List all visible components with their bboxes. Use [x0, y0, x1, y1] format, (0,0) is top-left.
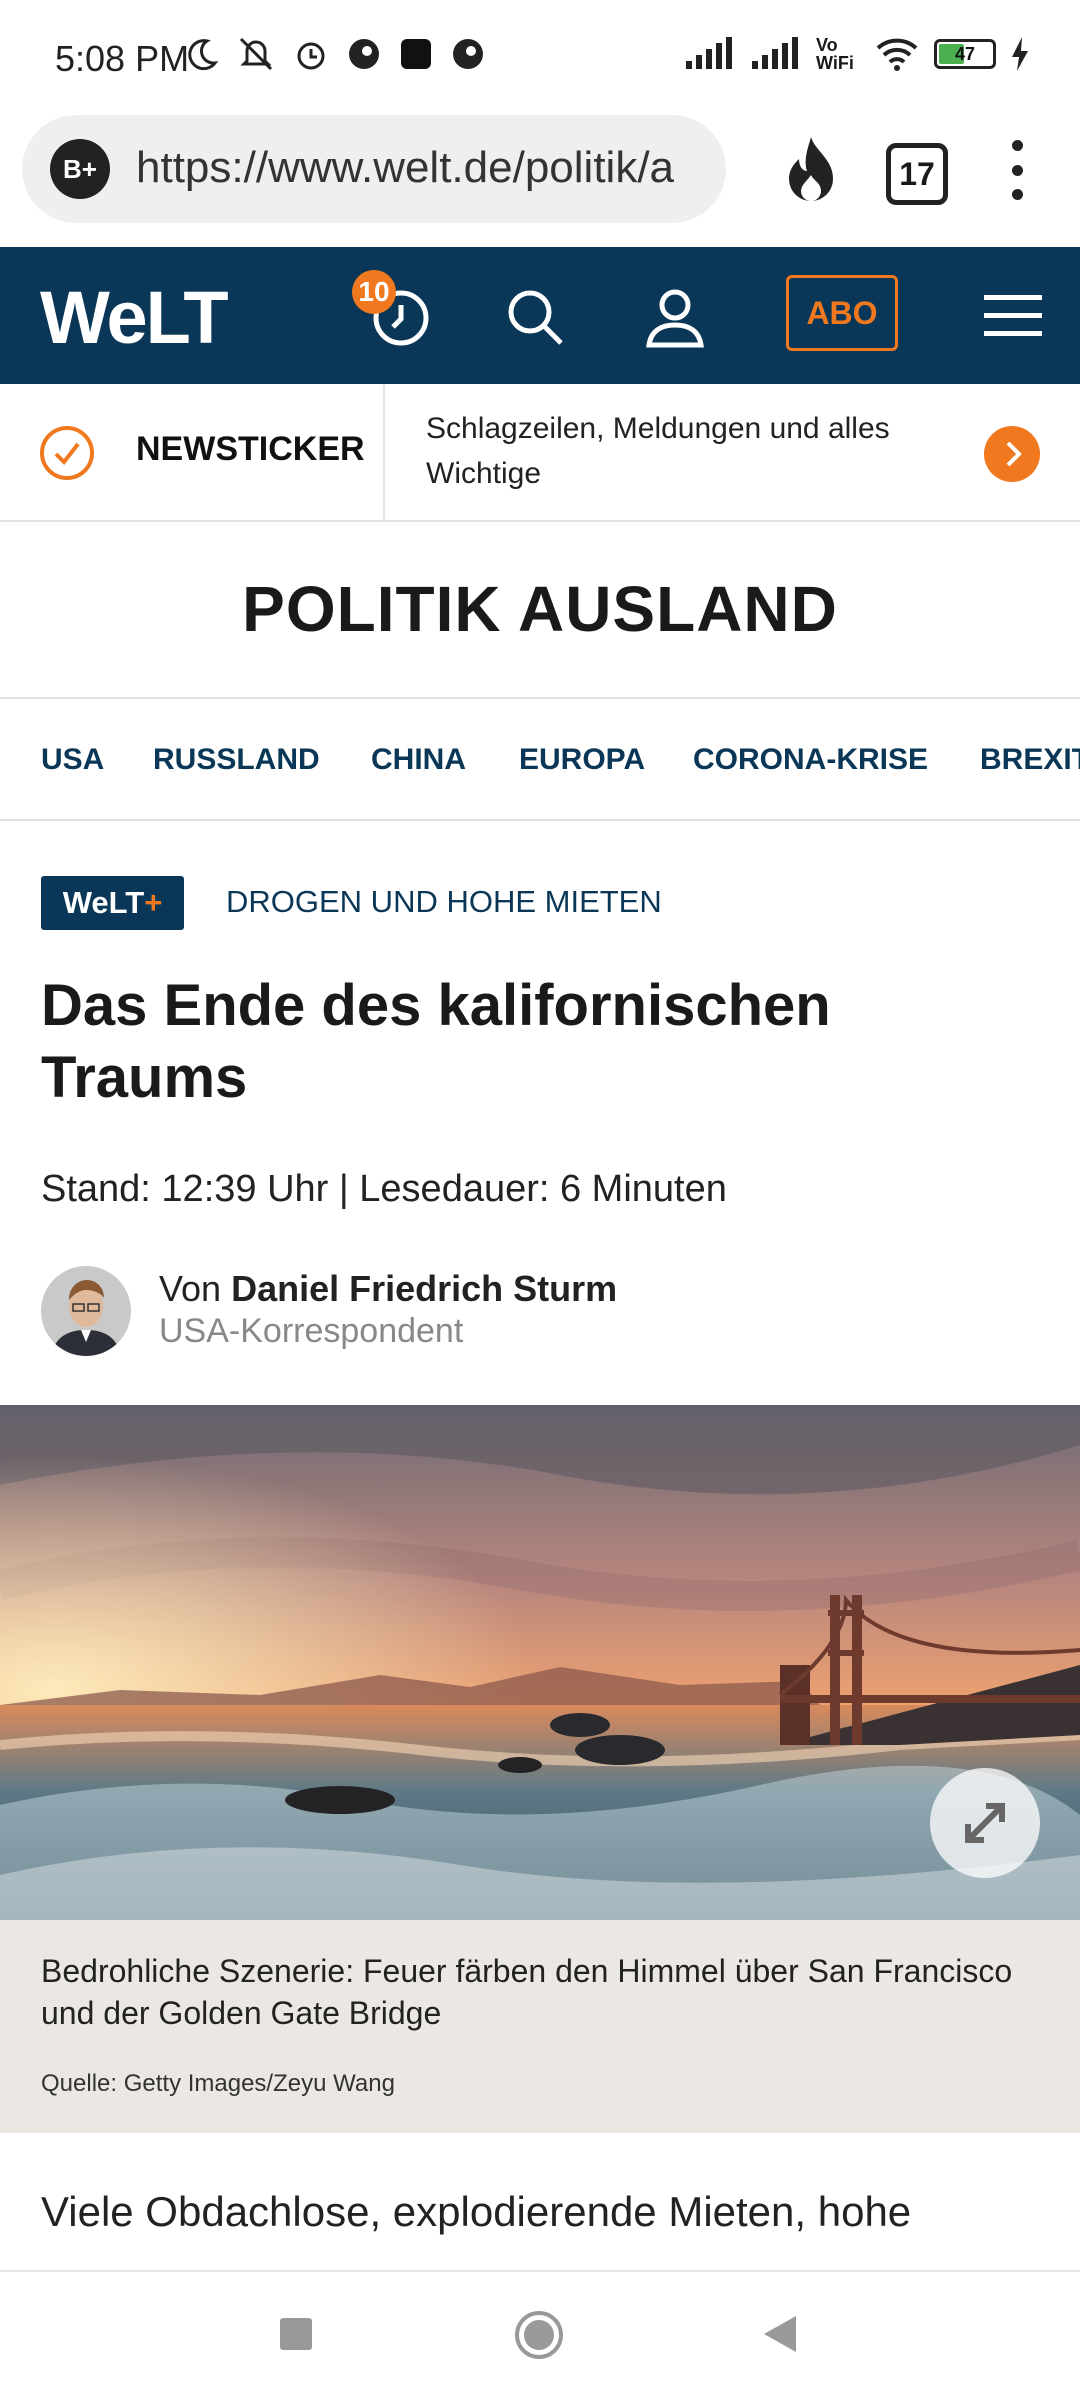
notification-badge: 10	[352, 270, 396, 314]
nav-item-russland[interactable]: RUSSLAND	[153, 743, 320, 777]
moon-icon	[188, 39, 219, 71]
section-header: POLITIK AUSLAND	[0, 520, 1080, 699]
battery-level: 47	[954, 44, 976, 64]
expand-image-button[interactable]	[930, 1768, 1040, 1878]
site-badge[interactable]: B+	[50, 139, 110, 199]
category-nav: USA RUSSLAND CHINA EUROPA CORONA-KRISE B…	[0, 697, 1080, 821]
newsticker-arrow-button[interactable]	[984, 426, 1040, 482]
image-caption-box: Bedrohliche Szenerie: Feuer färben den H…	[0, 1920, 1080, 2133]
welt-plus-sign: +	[144, 885, 163, 920]
signal-icon	[752, 37, 798, 69]
nav-item-corona-krise[interactable]: CORONA-KRISE	[693, 743, 928, 777]
status-icons-left	[185, 36, 485, 72]
chevron-right-icon	[1006, 441, 1022, 467]
url-text[interactable]: https://www.welt.de/politik/a	[136, 143, 711, 193]
article-kicker: DROGEN UND HOHE MIETEN	[226, 884, 662, 919]
app-icon	[401, 39, 431, 69]
newsticker-label: NEWSTICKER	[136, 430, 365, 468]
golden-gate-sunset-image	[0, 1405, 1080, 1920]
browser-menu-button[interactable]	[1010, 140, 1024, 200]
newsticker-bar[interactable]: NEWSTICKER Schlagzeilen, Meldungen und a…	[0, 384, 1080, 522]
nav-item-china[interactable]: CHINA	[371, 743, 466, 777]
status-bar: 5:08 PM Vo WiFi 47	[0, 0, 1080, 110]
recents-button-icon[interactable]	[278, 2316, 314, 2352]
article-headline: Das Ende des kalifornischen Traums	[41, 973, 831, 1110]
newsticker-text[interactable]: Schlagzeilen, Meldungen und alles Wichti…	[426, 406, 946, 496]
welt-logo[interactable]: WeLT	[40, 275, 229, 360]
battery-icon: 47	[934, 39, 996, 69]
article-hero-image[interactable]	[0, 1405, 1080, 1920]
system-navigation-bar	[0, 2270, 1080, 2402]
divider	[383, 384, 385, 520]
site-header: WeLT 10 ABO	[0, 247, 1080, 384]
article-meta: Stand: 12:39 Uhr | Lesedauer: 6 Minuten	[41, 1168, 727, 1210]
status-time: 5:08 PM	[55, 38, 190, 79]
app-icon	[349, 39, 379, 69]
back-button-icon[interactable]	[760, 2314, 800, 2354]
status-icons-right: Vo WiFi 47	[684, 36, 1030, 72]
welt-plus-text: WeLT	[62, 885, 145, 920]
image-caption: Bedrohliche Szenerie: Feuer färben den H…	[41, 1953, 1013, 2031]
nav-item-europa[interactable]: EUROPA	[519, 743, 645, 777]
charging-icon	[1012, 37, 1028, 71]
wifi-icon	[876, 38, 918, 71]
welt-plus-badge: WeLT +	[41, 876, 184, 930]
fire-icon[interactable]	[780, 135, 842, 205]
nav-item-usa[interactable]: USA	[41, 743, 104, 777]
tab-switcher-button[interactable]: 17	[886, 143, 948, 205]
address-bar[interactable]: B+ https://www.welt.de/politik/a	[22, 115, 726, 223]
author-role: USA-Korrespondent	[159, 1312, 464, 1350]
image-source: Quelle: Getty Images/Zeyu Wang	[41, 2070, 395, 2097]
author-name[interactable]: Daniel Friedrich Sturm	[231, 1268, 617, 1309]
section-title: POLITIK AUSLAND	[242, 573, 838, 645]
search-icon[interactable]	[505, 287, 565, 347]
author-avatar[interactable]	[41, 1266, 131, 1356]
user-account-icon[interactable]	[643, 285, 707, 349]
hamburger-menu-icon[interactable]	[984, 291, 1042, 341]
author-line: Von Daniel Friedrich Sturm	[159, 1268, 617, 1310]
vowifi-label: Vo WiFi	[816, 35, 854, 73]
app-icon	[453, 39, 483, 69]
alarm-icon	[297, 42, 325, 70]
clock-icon	[40, 426, 94, 480]
home-button-icon[interactable]	[514, 2310, 564, 2360]
mute-icon	[239, 37, 273, 71]
author-photo	[41, 1266, 131, 1356]
article-lead: Viele Obdachlose, explodierende Mieten, …	[41, 2188, 912, 2235]
nav-item-brexit[interactable]: BREXIT	[980, 743, 1080, 777]
abo-button[interactable]: ABO	[786, 275, 898, 351]
author-prefix: Von	[159, 1268, 222, 1309]
signal-icon	[686, 37, 732, 69]
expand-icon	[965, 1803, 1005, 1843]
